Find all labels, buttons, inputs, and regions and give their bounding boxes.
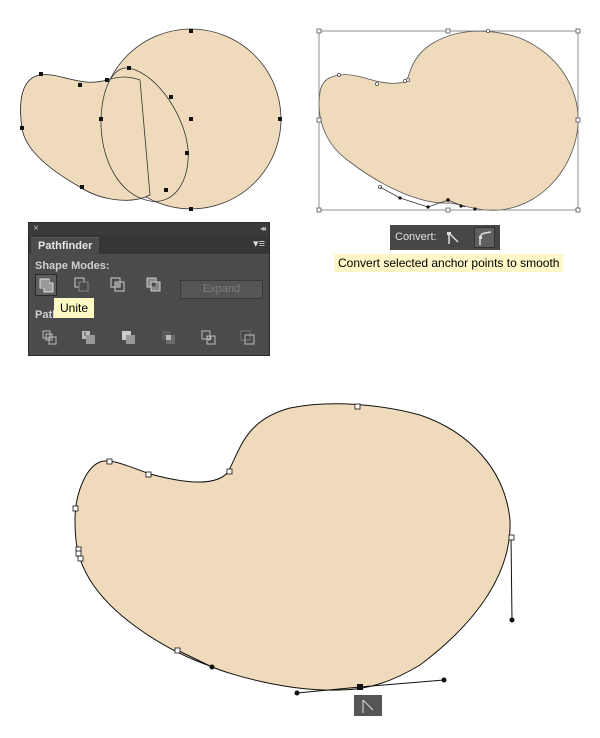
corner-anchor-icon (362, 699, 374, 713)
smooth-point-icon (479, 231, 492, 245)
corner-point-icon (447, 232, 459, 244)
minus-front-icon (74, 277, 89, 292)
step3-edited-shape (72, 403, 515, 696)
crop-icon (162, 331, 175, 344)
unite-tooltip: Unite (54, 298, 95, 318)
minus-front-button[interactable] (71, 274, 93, 296)
merge-button[interactable] (118, 327, 140, 349)
shape-modes-label: Shape Modes: (35, 260, 110, 272)
artboard (20, 28, 581, 696)
unite-button[interactable] (35, 274, 57, 296)
convert-to-smooth-button[interactable] (474, 227, 495, 248)
outline-button[interactable] (198, 327, 220, 349)
trim-button[interactable] (78, 327, 100, 349)
convert-to-corner-button[interactable] (443, 227, 464, 248)
unite-icon (39, 278, 54, 293)
divide-button[interactable] (39, 327, 61, 349)
tab-pathfinder[interactable]: Pathfinder (31, 237, 100, 255)
trim-icon (82, 331, 95, 344)
step1-overlapping-shapes (20, 28, 282, 211)
crop-button[interactable] (158, 327, 180, 349)
panel-tabstrip: Pathfinder ▾≡ (29, 235, 269, 255)
intersect-icon (110, 277, 125, 292)
panel-menu-icon[interactable]: ▾≡ (253, 238, 265, 251)
close-icon[interactable]: × (33, 223, 39, 235)
convert-tooltip: Convert selected anchor points to smooth (334, 254, 564, 272)
divide-icon (42, 330, 57, 345)
minus-back-icon (240, 330, 255, 345)
blob-shape-overlap (20, 74, 151, 201)
united-shape[interactable] (318, 30, 579, 211)
pathfinder-panel: × ◂◂ Pathfinder ▾≡ Shape Modes: Expand P… (28, 222, 270, 356)
expand-button[interactable]: Expand (180, 280, 263, 299)
edited-shape[interactable] (74, 403, 511, 691)
panel-title-bar[interactable]: × ◂◂ (29, 223, 269, 235)
minus-back-button[interactable] (237, 327, 259, 349)
exclude-button[interactable] (143, 274, 165, 296)
corner-anchor-widget[interactable] (354, 695, 382, 716)
merge-icon (122, 331, 135, 344)
step2-united-shape (316, 28, 581, 213)
outline-icon (201, 330, 216, 345)
exclude-icon (146, 277, 161, 292)
convert-label: Convert: (395, 231, 437, 243)
intersect-button[interactable] (107, 274, 129, 296)
convert-control-bar: Convert: (390, 225, 500, 250)
collapse-icon[interactable]: ◂◂ (260, 223, 266, 235)
